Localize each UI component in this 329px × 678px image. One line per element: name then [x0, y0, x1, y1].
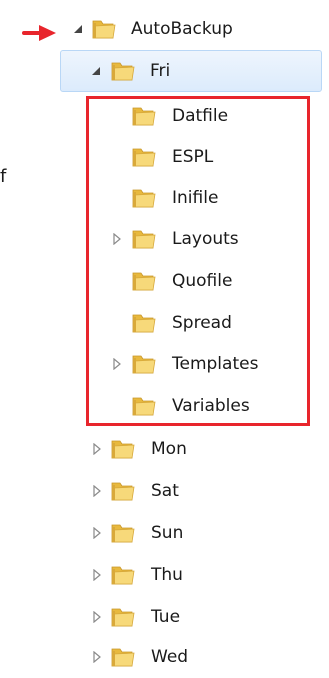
tree-item-label: Spread [172, 313, 232, 333]
tree-item-label: Templates [172, 354, 259, 374]
folder-icon [131, 311, 157, 335]
expand-triangle-icon[interactable] [92, 569, 102, 581]
tree-item-label: Tue [151, 607, 181, 627]
folder-icon [110, 563, 136, 587]
folder-icon [131, 186, 157, 210]
folder-icon [110, 59, 136, 83]
expand-triangle-icon[interactable] [92, 651, 102, 663]
folder-icon [110, 479, 136, 503]
tree-item-label: Sat [151, 481, 179, 501]
folder-icon [131, 269, 157, 293]
folder-icon [110, 605, 136, 629]
folder-icon [131, 145, 157, 169]
tree-item-label: Inifile [172, 188, 219, 208]
folder-icon [131, 352, 157, 376]
tree-item-label: AutoBackup [131, 19, 233, 39]
tree-item-autobackup[interactable]: AutoBackup [0, 8, 329, 50]
expand-triangle-icon[interactable] [92, 611, 102, 623]
tree-item-label: Thu [151, 565, 183, 585]
collapse-triangle-icon[interactable] [91, 65, 101, 77]
tree-item-espl[interactable]: ESPL [0, 136, 329, 178]
tree-item-sat[interactable]: Sat [0, 470, 329, 512]
tree-item-label: Datfile [172, 106, 229, 126]
tree-item-variables[interactable]: Variables [0, 385, 329, 427]
tree-item-inifile[interactable]: Inifile [0, 177, 329, 219]
expand-triangle-icon[interactable] [112, 358, 122, 370]
tree-item-label: Layouts [172, 229, 239, 249]
expand-triangle-icon[interactable] [112, 233, 122, 245]
tree-item-label: Fri [150, 61, 171, 81]
tree-item-quofile[interactable]: Quofile [0, 260, 329, 302]
tree-item-label: Wed [151, 647, 189, 667]
tree-item-mon[interactable]: Mon [0, 428, 329, 470]
tree-item-templates[interactable]: Templates [0, 343, 329, 385]
folder-icon [131, 104, 157, 128]
tree-item-tue[interactable]: Tue [0, 596, 329, 638]
tree-item-spread[interactable]: Spread [0, 302, 329, 344]
expand-triangle-icon[interactable] [92, 485, 102, 497]
expand-triangle-icon[interactable] [92, 443, 102, 455]
tree-item-label: Mon [151, 439, 187, 459]
tree-item-label: Sun [151, 523, 184, 543]
tree-item-label: ESPL [172, 147, 214, 167]
tree-item-datfile[interactable]: Datfile [0, 95, 329, 137]
folder-icon [131, 394, 157, 418]
tree-item-label: Quofile [172, 271, 233, 291]
folder-icon [110, 645, 136, 669]
folder-icon [110, 521, 136, 545]
tree-item-thu[interactable]: Thu [0, 554, 329, 596]
tree-item-sun[interactable]: Sun [0, 512, 329, 554]
collapse-triangle-icon[interactable] [73, 23, 83, 35]
tree-item-layouts[interactable]: Layouts [0, 218, 329, 260]
tree-item-wed[interactable]: Wed [0, 636, 329, 678]
folder-icon [131, 227, 157, 251]
expand-triangle-icon[interactable] [92, 527, 102, 539]
tree-item-fri[interactable]: Fri [0, 50, 329, 92]
folder-icon [91, 17, 117, 41]
folder-icon [110, 437, 136, 461]
tree-item-label: Variables [172, 396, 250, 416]
